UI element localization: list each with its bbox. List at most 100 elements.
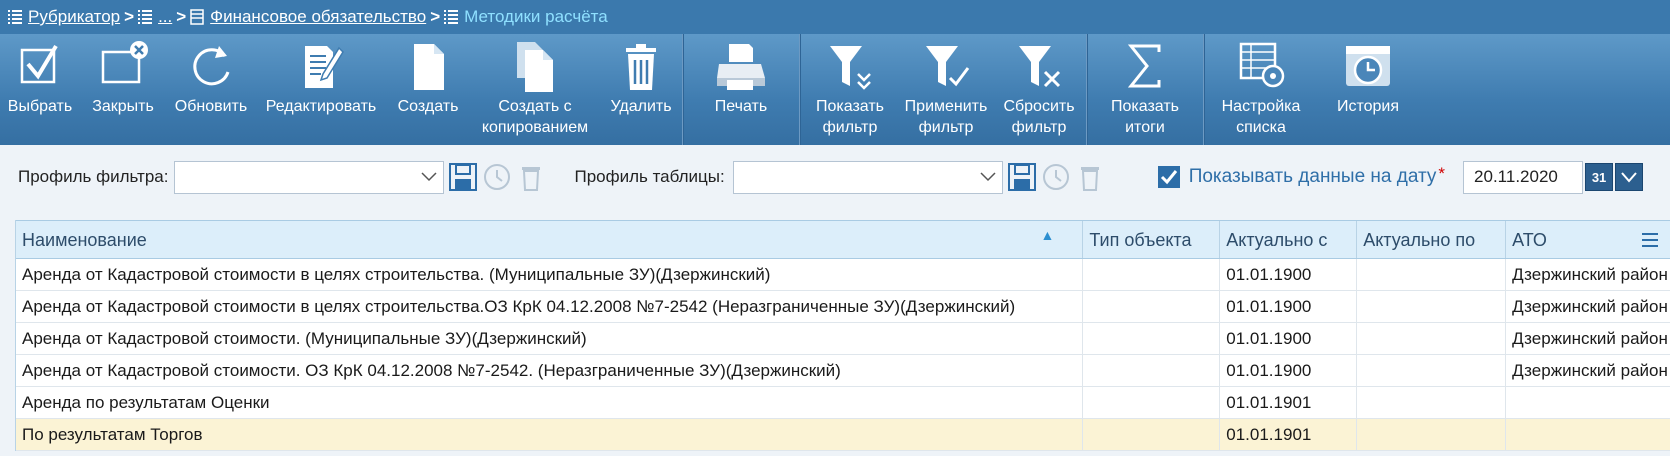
column-header-ato[interactable]: АТО	[1506, 221, 1670, 258]
table-cell-to	[1357, 387, 1507, 418]
column-header-from[interactable]: Актуально с	[1220, 221, 1358, 258]
edit-button[interactable]: Редактировать	[256, 34, 386, 145]
table-row[interactable]: Аренда от Кадастровой стоимости в целях …	[16, 259, 1670, 291]
table-cell-ato: Дзержинский район	[1512, 361, 1668, 380]
column-header-type[interactable]: Тип объекта	[1083, 221, 1221, 258]
toolbar-group-totals: Показать итоги	[1087, 34, 1204, 145]
printer-icon	[717, 44, 765, 90]
date-dropdown-button[interactable]	[1615, 163, 1644, 191]
table-cell-from: 01.01.1900	[1220, 355, 1358, 386]
date-field[interactable]	[1463, 160, 1584, 194]
edit-document-icon	[305, 46, 344, 88]
show-on-date-checkbox[interactable]	[1157, 165, 1181, 189]
table-cell-ato: Дзержинский район	[1512, 329, 1668, 348]
table-cell-to	[1357, 419, 1507, 450]
column-header-to[interactable]: Актуально по	[1357, 221, 1507, 258]
toolbar-group-filter: Показать фильтр Применить фильтр Сбросит…	[800, 34, 1087, 145]
filter-profile-select[interactable]	[174, 160, 445, 194]
table-cell-to	[1357, 323, 1507, 354]
checkbox-select-icon	[20, 44, 58, 84]
table-cell-ato	[1506, 387, 1670, 418]
close-window-icon	[101, 41, 148, 84]
show-totals-button[interactable]: Показать итоги	[1087, 34, 1203, 145]
table-cell-name: Аренда от Кадастровой стоимости в целях …	[16, 291, 1084, 322]
list-icon	[8, 10, 22, 24]
calendar-icon[interactable]: 31	[1585, 163, 1614, 191]
table-row[interactable]: Аренда от Кадастровой стоимости. ОЗ КрК …	[16, 355, 1670, 387]
reset-filter-button[interactable]: Сбросить фильтр	[992, 34, 1086, 145]
create-copy-button[interactable]: Создать с копированием	[470, 34, 600, 145]
sort-ascending-icon: ▲	[1040, 227, 1055, 243]
breadcrumb: Рубрикатор > ... > Финансовое обязательс…	[0, 0, 1670, 34]
breadcrumb-current: Методики расчёта	[444, 7, 608, 27]
toolbar: Выбрать Закрыть Обновить Редактировать С…	[0, 34, 1670, 145]
apply-filter-button[interactable]: Применить фильтр	[900, 34, 992, 145]
filter-reset-icon	[1019, 46, 1061, 88]
filter-profile-label: Профиль фильтра:	[18, 167, 169, 186]
breadcrumb-current-label: Методики расчёта	[464, 7, 608, 26]
copy-document-icon	[517, 42, 553, 92]
chevron-down-icon	[421, 171, 437, 181]
filter-bar: Профиль фильтра: Профиль таблицы: Показы…	[0, 155, 1670, 199]
select-button[interactable]: Выбрать	[0, 34, 80, 145]
history-button[interactable]: История	[1318, 34, 1418, 145]
table-row[interactable]: Аренда от Кадастровой стоимости в целях …	[16, 291, 1670, 323]
breadcrumb-link[interactable]: Рубрикатор	[28, 7, 120, 27]
toolbar-group-print: Печать	[683, 34, 800, 145]
table-cell-from: 01.01.1900	[1220, 291, 1358, 322]
column-menu-icon[interactable]	[1642, 233, 1659, 247]
table-cell-to	[1357, 355, 1507, 386]
restore-icon[interactable]	[1041, 162, 1071, 192]
breadcrumb-link[interactable]: ...	[158, 7, 172, 27]
trash-icon	[626, 44, 656, 90]
create-button[interactable]: Создать	[386, 34, 470, 145]
table-cell-type	[1083, 291, 1221, 322]
restore-icon[interactable]	[482, 162, 512, 192]
table-cell-from: 01.01.1901	[1220, 387, 1358, 418]
column-header-name[interactable]: Наименование ▲	[16, 221, 1084, 258]
filter-apply-icon	[926, 46, 970, 87]
show-on-date-label: Показывать данные на дату	[1188, 166, 1437, 187]
table-cell-ato: Дзержинский район	[1512, 297, 1668, 316]
trash-icon[interactable]	[516, 162, 546, 192]
table-profile-label: Профиль таблицы:	[574, 167, 725, 186]
sigma-icon	[1127, 44, 1161, 88]
list-icon	[138, 10, 153, 24]
list-settings-button[interactable]: Настройка списка	[1204, 34, 1318, 145]
table-profile-select[interactable]	[732, 160, 1003, 194]
trash-icon[interactable]	[1075, 162, 1105, 192]
data-table: Наименование ▲ Тип объекта Актуально с А…	[15, 220, 1670, 451]
save-icon[interactable]	[1007, 162, 1037, 192]
breadcrumb-item-fin-obligation[interactable]: Финансовое обязательство	[190, 7, 426, 27]
chevron-down-icon	[1621, 172, 1637, 183]
table-row[interactable]: Аренда по результатам Оценки 01.01.1901	[16, 387, 1670, 419]
table-header: Наименование ▲ Тип объекта Актуально с А…	[16, 220, 1670, 259]
print-button[interactable]: Печать	[683, 34, 799, 145]
show-filter-button[interactable]: Показать фильтр	[800, 34, 900, 145]
required-mark: *	[1438, 164, 1446, 183]
breadcrumb-item-ellipsis[interactable]: ...	[138, 7, 172, 27]
table-icon	[190, 9, 204, 25]
table-cell-name: Аренда от Кадастровой стоимости. (Муници…	[16, 323, 1084, 354]
refresh-button[interactable]: Обновить	[166, 34, 256, 145]
table-row[interactable]: По результатам Торгов 01.01.1901	[16, 419, 1670, 451]
filter-show-icon	[830, 46, 871, 90]
breadcrumb-item-rubricator[interactable]: Рубрикатор	[8, 7, 120, 27]
delete-button[interactable]: Удалить	[600, 34, 682, 145]
new-document-icon	[414, 44, 444, 90]
table-cell-type	[1083, 323, 1221, 354]
table-cell-name: Аренда от Кадастровой стоимости в целях …	[16, 259, 1084, 290]
table-cell-from: 01.01.1900	[1220, 323, 1358, 354]
table-cell-to	[1357, 291, 1507, 322]
table-cell-name: По результатам Торгов	[16, 419, 1084, 450]
breadcrumb-separator: >	[176, 7, 187, 26]
list-icon	[444, 10, 459, 24]
table-cell-to	[1357, 259, 1507, 290]
breadcrumb-separator: >	[124, 7, 135, 26]
breadcrumb-link[interactable]: Финансовое обязательство	[210, 7, 426, 27]
table-settings-icon	[1239, 42, 1285, 88]
save-icon[interactable]	[448, 162, 478, 192]
table-row[interactable]: Аренда от Кадастровой стоимости. (Муници…	[16, 323, 1670, 355]
refresh-icon	[193, 46, 230, 86]
close-button[interactable]: Закрыть	[80, 34, 166, 145]
